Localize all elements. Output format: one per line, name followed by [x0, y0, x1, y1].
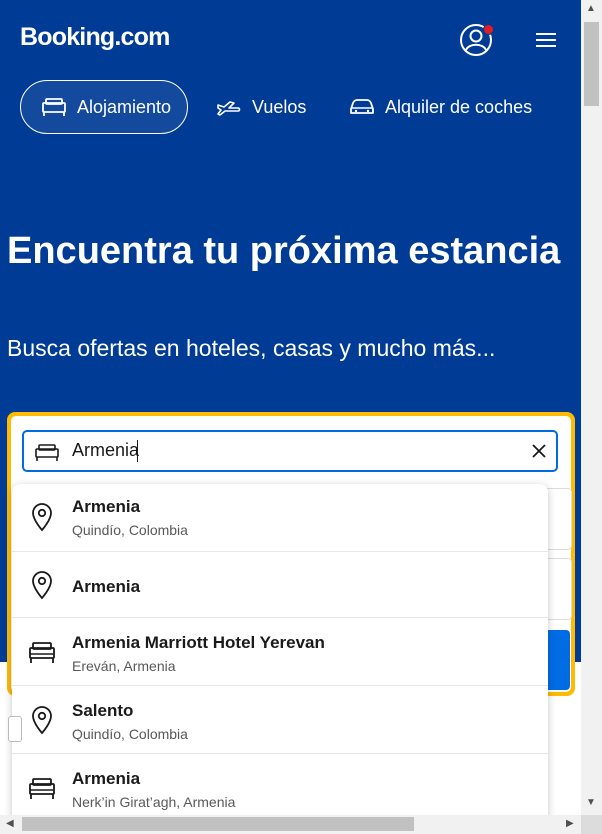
close-icon[interactable]	[528, 440, 550, 462]
hamburger-menu-icon[interactable]	[534, 30, 558, 50]
suggestion-title: Armenia	[72, 577, 141, 596]
booking-logo[interactable]: Booking.com	[20, 23, 170, 52]
suggestion-subtitle: Nerk’in Girat’agh, Armenia	[72, 794, 236, 810]
bed-icon	[35, 444, 59, 461]
page-viewport: Booking.com Alojamiento Vuelos Alquiler …	[0, 0, 581, 815]
suggestion-subtitle: Quindío, Colombia	[72, 522, 188, 538]
suggestion-title: Armenia	[72, 497, 141, 516]
attractions-icon	[574, 96, 581, 118]
tab-car-rental[interactable]: Alquiler de coches	[349, 80, 532, 134]
tab-more[interactable]	[574, 80, 581, 134]
map-pin-icon	[32, 503, 52, 532]
scroll-left-arrow-icon[interactable]: ◀	[6, 819, 14, 829]
tab-flights[interactable]: Vuelos	[216, 80, 306, 134]
hero-title: Encuentra tu próxima estancia	[7, 230, 561, 272]
scrollbar-corner	[581, 815, 602, 834]
hero-subtitle: Busca ofertas en hoteles, casas y mucho …	[7, 335, 496, 361]
suggestion-item[interactable]: Armenia Marriott Hotel Yerevan Ereván, A…	[12, 617, 548, 686]
suggestion-item[interactable]: Armenia Nerk’in Girat’agh, Armenia	[12, 753, 548, 815]
suggestion-subtitle: Quindío, Colombia	[72, 726, 188, 742]
plane-icon	[216, 96, 242, 118]
suggestion-item[interactable]: Armenia	[12, 551, 548, 618]
map-pin-icon	[32, 706, 52, 735]
horizontal-scrollbar-thumb[interactable]	[22, 817, 414, 831]
tab-label: Alquiler de coches	[385, 96, 533, 117]
suggestion-item[interactable]: Armenia Quindío, Colombia	[12, 484, 548, 551]
scroll-up-arrow-icon[interactable]: ▲	[586, 4, 596, 14]
suggestion-item[interactable]: Salento Quindío, Colombia	[12, 685, 548, 754]
tab-accommodation[interactable]: Alojamiento	[20, 80, 188, 134]
destination-input[interactable]	[72, 440, 492, 461]
bed-icon	[29, 642, 55, 663]
text-caret	[137, 440, 138, 462]
page-checkbox[interactable]	[8, 716, 22, 742]
destination-field[interactable]	[22, 430, 558, 472]
tab-label: Alojamiento	[77, 96, 172, 117]
bed-icon	[29, 778, 55, 799]
car-icon	[349, 96, 375, 118]
map-pin-icon	[32, 571, 52, 600]
vertical-scrollbar-thumb[interactable]	[584, 22, 599, 106]
scroll-right-arrow-icon[interactable]: ▶	[566, 819, 574, 829]
suggestions-dropdown: Armenia Quindío, Colombia Armenia Armeni…	[12, 484, 548, 815]
suggestion-title: Armenia	[72, 769, 141, 788]
suggestion-title: Salento	[72, 701, 134, 720]
vertical-scrollbar[interactable]	[581, 0, 602, 815]
scroll-down-arrow-icon[interactable]: ▼	[586, 798, 596, 808]
suggestion-subtitle: Ereván, Armenia	[72, 658, 176, 674]
bed-icon	[41, 96, 67, 118]
notification-dot	[483, 24, 494, 35]
tab-label: Vuelos	[252, 96, 307, 117]
suggestion-title: Armenia Marriott Hotel Yerevan	[72, 633, 325, 652]
